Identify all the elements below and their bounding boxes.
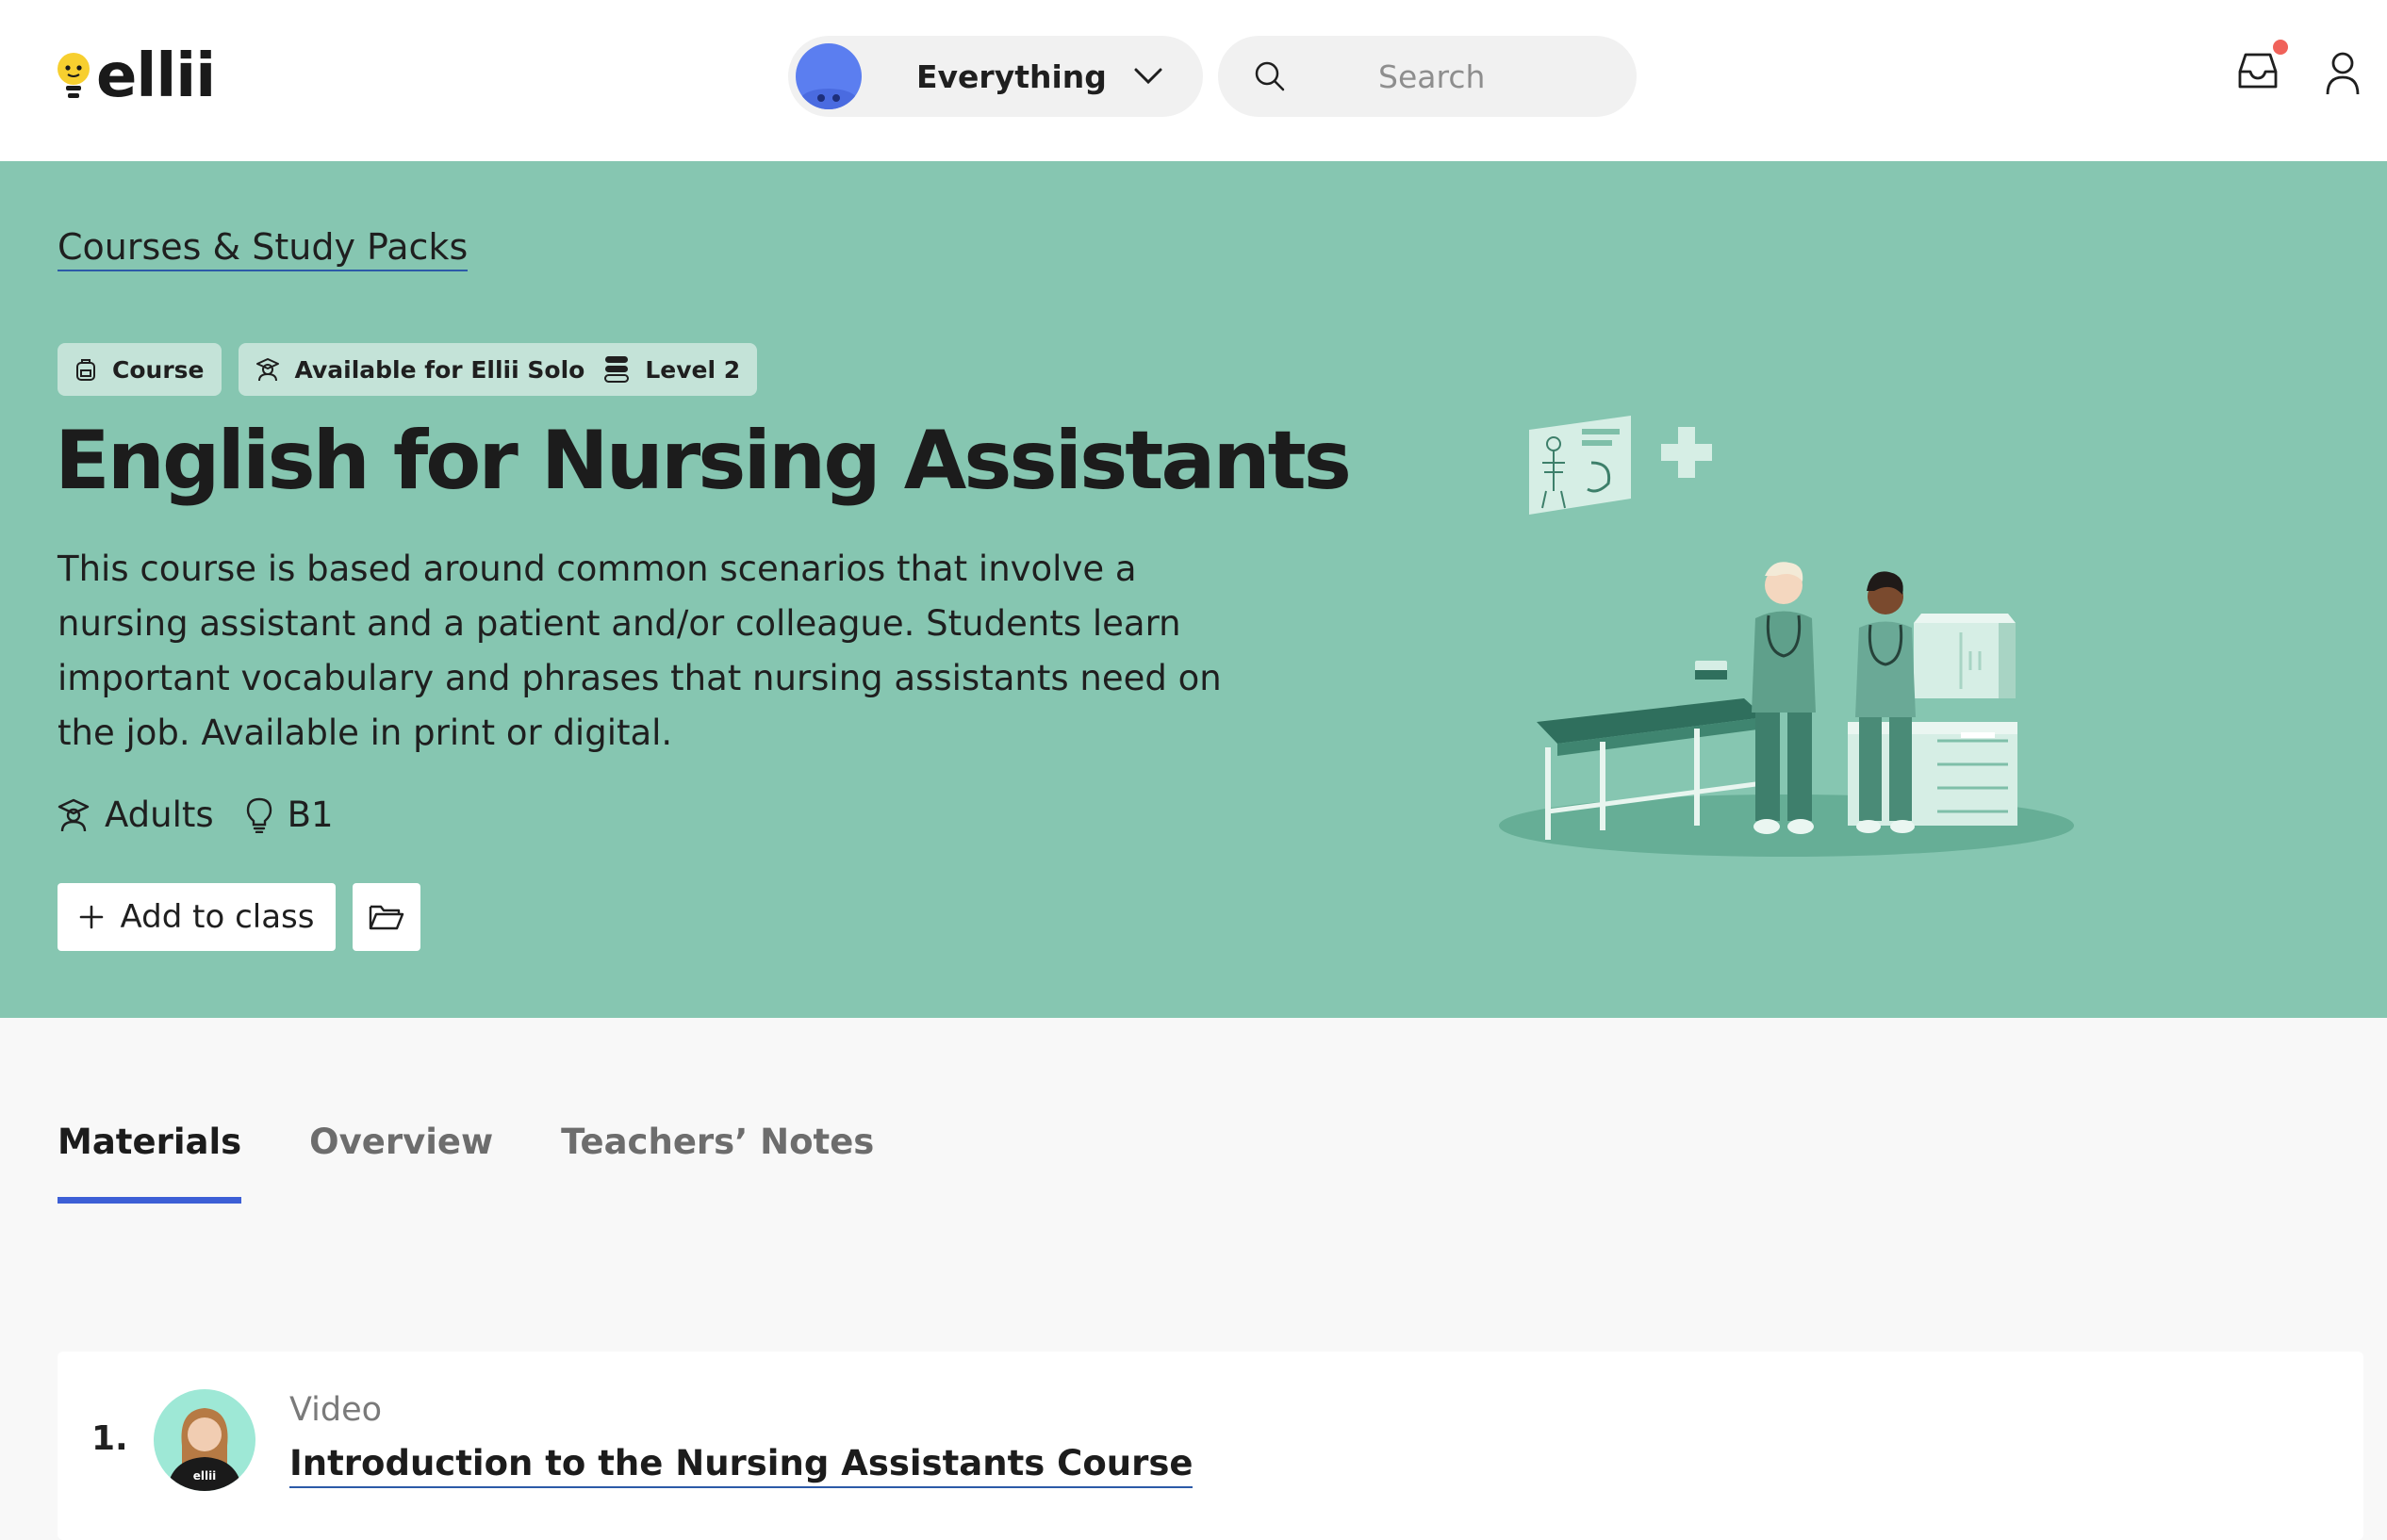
- material-card: 1. ellii Video Introduction to the Nursi…: [58, 1352, 2363, 1540]
- badge-course-type-label: Course: [112, 355, 205, 384]
- backpack-icon: [74, 357, 97, 382]
- badge-level-label: Level 2: [645, 355, 741, 384]
- hero-actions: Add to class: [58, 883, 420, 951]
- blob-avatar-icon: [796, 43, 862, 109]
- badge-availability-label: Available for Ellii Solo: [294, 355, 585, 384]
- presenter-avatar: ellii: [154, 1389, 255, 1491]
- course-badges: Course Available for Ellii Solo Level 2: [58, 343, 758, 396]
- xray-board: [1529, 416, 1631, 515]
- badge-course-type: Course: [58, 343, 222, 396]
- course-title: English for Nursing Assistants: [55, 414, 1352, 508]
- audience-label: Adults: [105, 795, 214, 835]
- search-input[interactable]: [1378, 53, 1605, 100]
- add-to-class-label: Add to class: [120, 898, 315, 936]
- student-icon: [255, 357, 280, 382]
- material-number: 1.: [91, 1419, 128, 1458]
- lightbulb-logo-icon: [58, 53, 90, 98]
- lightbulb-icon: [246, 797, 272, 833]
- filter-label: Everything: [916, 57, 1107, 95]
- tab-teachers-notes[interactable]: Teachers’ Notes: [561, 1122, 874, 1204]
- tab-materials[interactable]: Materials: [58, 1122, 242, 1204]
- ellii-logo[interactable]: ellii: [55, 41, 216, 111]
- tab-overview[interactable]: Overview: [309, 1122, 493, 1204]
- notification-badge: [2273, 40, 2288, 55]
- add-to-class-button[interactable]: Add to class: [58, 883, 336, 951]
- course-hero: Courses & Study Packs Course Available f…: [0, 161, 2387, 1018]
- cefr-meta: B1: [246, 795, 334, 835]
- material-type: Video: [289, 1391, 383, 1429]
- course-tabs: Materials Overview Teachers’ Notes: [58, 1122, 942, 1204]
- breadcrumb-link[interactable]: Courses & Study Packs: [58, 226, 469, 271]
- audience-meta: Adults: [58, 795, 214, 835]
- nurse-figure: [1752, 562, 1816, 834]
- inbox-icon[interactable]: [2236, 49, 2280, 92]
- search-icon: [1255, 61, 1285, 91]
- search-bar[interactable]: [1218, 36, 1637, 117]
- course-description: This course is based around common scena…: [58, 549, 1222, 753]
- top-navigation: ellii Everything: [0, 0, 2387, 161]
- content-filter-dropdown[interactable]: Everything: [788, 36, 1203, 117]
- folder-open-icon: [369, 905, 404, 930]
- course-meta: Adults B1: [58, 795, 366, 835]
- material-title-link[interactable]: Introduction to the Nursing Assistants C…: [289, 1443, 1194, 1488]
- save-to-folder-button[interactable]: [353, 883, 420, 951]
- level-stack-icon: [603, 354, 630, 385]
- student-icon: [58, 798, 90, 832]
- nursing-illustration: [1499, 416, 2074, 857]
- logo-text: ellii: [96, 41, 216, 111]
- user-icon[interactable]: [2325, 51, 2361, 96]
- chevron-down-icon: [1134, 68, 1162, 85]
- badge-availability: Available for Ellii Solo Level 2: [238, 343, 758, 396]
- cefr-level-label: B1: [287, 795, 334, 835]
- plus-icon: [79, 905, 104, 929]
- svg-text:ellii: ellii: [193, 1469, 217, 1483]
